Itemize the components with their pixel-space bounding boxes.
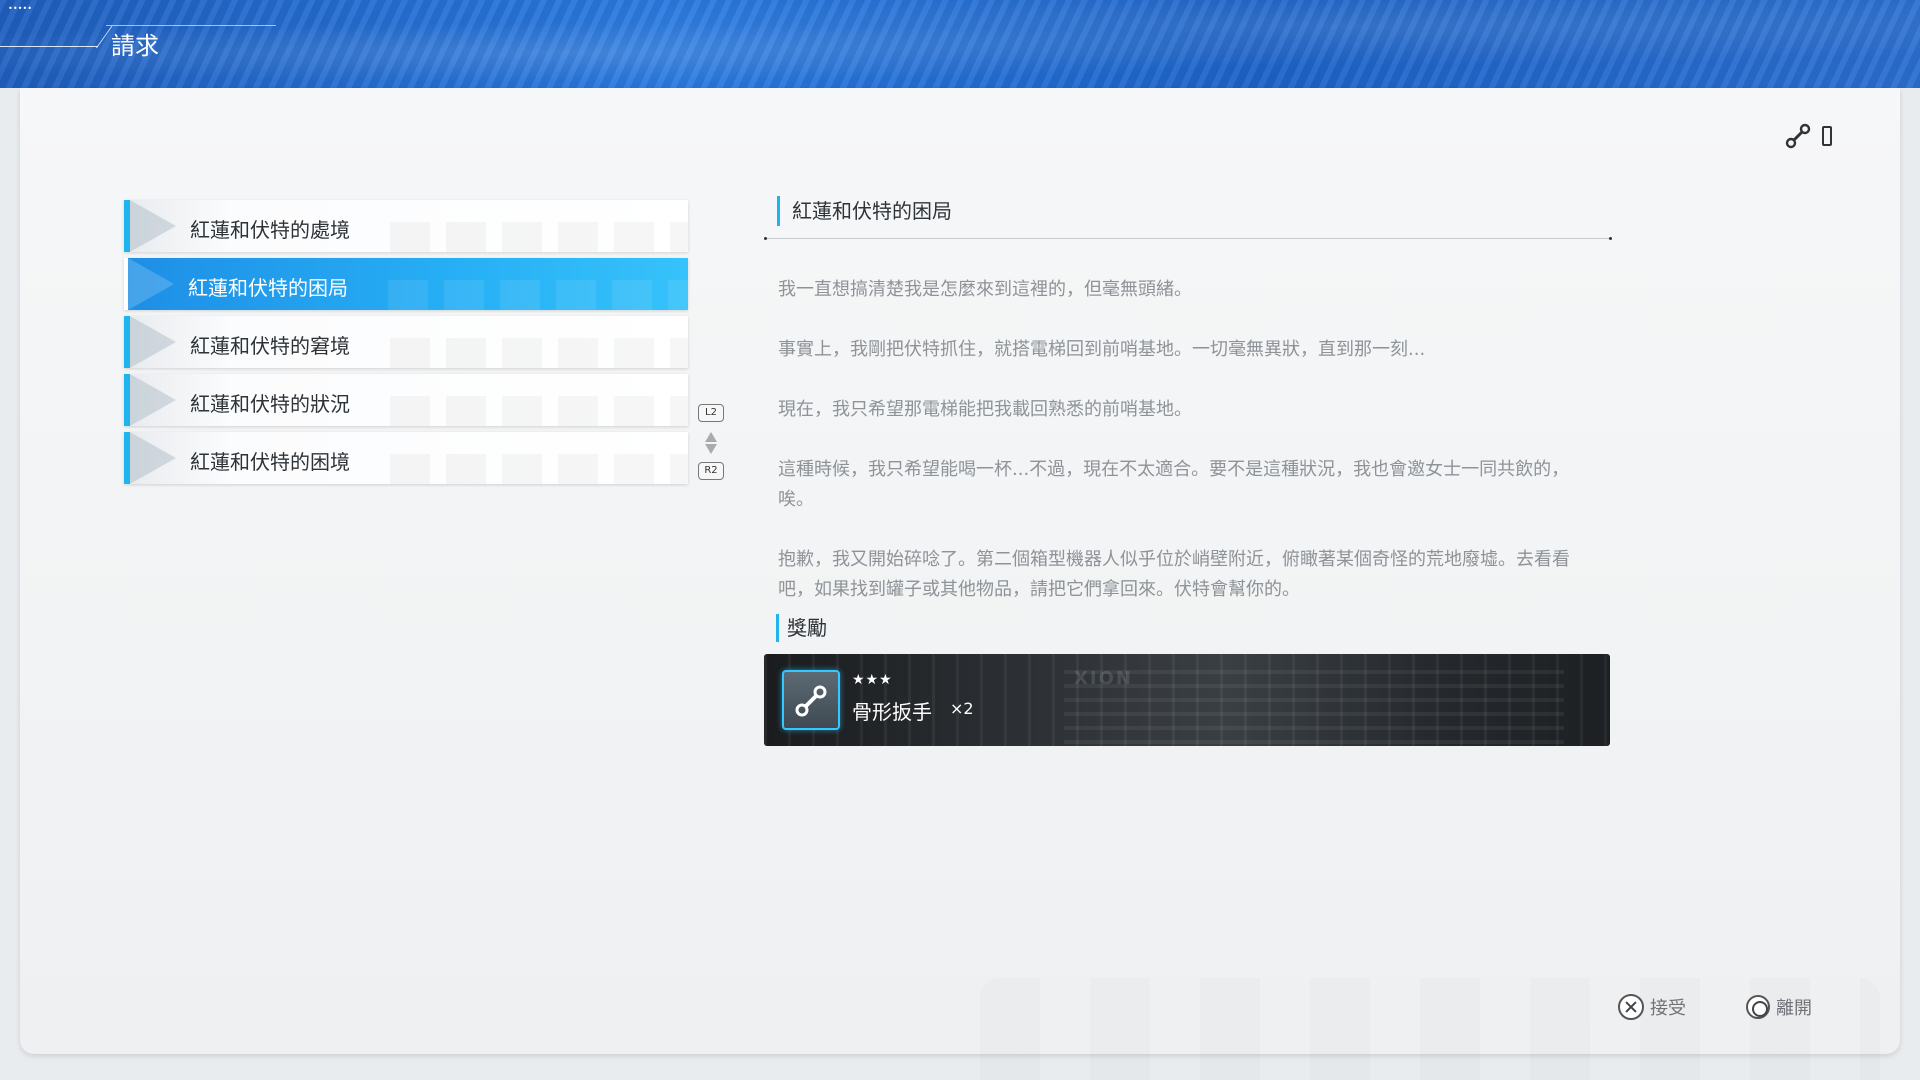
bone-wrench-icon — [1785, 123, 1811, 149]
row-arrow-decoration — [130, 374, 176, 426]
rarity-stars: ★★★ — [852, 672, 893, 688]
reward-background-art — [1064, 664, 1564, 744]
quest-item[interactable]: 紅蓮和伏特的困境 — [124, 432, 688, 484]
arrow-down-icon — [705, 444, 717, 454]
detail-title: 紅蓮和伏特的困局 — [777, 196, 1612, 226]
reward-item-icon-frame — [782, 670, 840, 730]
quest-detail: 紅蓮和伏特的困局 我一直想搞清楚我是怎麼來到這裡的，但毫無頭緒。 事實上，我剛把… — [764, 196, 1612, 605]
detail-paragraph: 我一直想搞清楚我是怎麼來到這裡的，但毫無頭緒。 — [778, 279, 1192, 300]
row-arrow-decoration — [130, 432, 176, 484]
detail-paragraph: 抱歉，我又開始碎唸了。第二個箱型機器人似乎位於峭壁附近，俯瞰著某個奇怪的荒地廢墟… — [778, 549, 1570, 600]
battery-icon — [1822, 126, 1832, 146]
quest-item-label: 紅蓮和伏特的困局 — [188, 276, 348, 300]
detail-paragraph: 事實上，我剛把伏特抓住，就搭電梯回到前哨基地。一切毫無異狀，直到那一刻... — [778, 339, 1426, 360]
title-slash-divider — [96, 26, 113, 48]
reward-heading: 獎勵 — [776, 614, 827, 642]
detail-divider — [764, 237, 1612, 240]
quest-item[interactable]: 紅蓮和伏特的處境 — [124, 200, 688, 252]
reward-card: XION ★★★ 骨形扳手 ×2 — [764, 654, 1610, 746]
circle-button-icon — [1746, 995, 1770, 1019]
cross-button-icon — [1618, 994, 1644, 1020]
scroll-hint: L2 R2 — [698, 404, 724, 484]
row-arrow-decoration — [130, 200, 176, 252]
row-ghost-text — [390, 222, 688, 252]
quest-item-label: 紅蓮和伏特的困境 — [190, 450, 350, 474]
detail-paragraph: 現在，我只希望那電梯能把我載回熟悉的前哨基地。 — [778, 399, 1192, 420]
quest-item-label: 紅蓮和伏特的狀況 — [190, 392, 350, 416]
background-watermark — [980, 978, 1880, 1080]
accept-label: 接受 — [1650, 998, 1686, 1019]
row-ghost-text — [390, 454, 688, 484]
reward-background-text: XION — [1074, 668, 1133, 689]
quest-item[interactable]: 紅蓮和伏特的窘境 — [124, 316, 688, 368]
l2-button-tag[interactable]: L2 — [698, 404, 724, 422]
quest-list: 紅蓮和伏特的處境 紅蓮和伏特的困局 紅蓮和伏特的窘境 紅蓮和伏特的狀況 紅蓮和伏… — [124, 200, 688, 490]
accept-button[interactable]: 接受 — [1618, 994, 1686, 1020]
quest-item-selected[interactable]: 紅蓮和伏特的困局 — [124, 258, 688, 310]
leave-button[interactable]: 離開 — [1746, 994, 1812, 1020]
row-ghost-text — [388, 280, 688, 310]
detail-paragraph: 這種時候，我只希望能喝一杯...不過，現在不太適合。要不是這種狀況，我也會邀女士… — [778, 459, 1570, 510]
quest-item[interactable]: 紅蓮和伏特的狀況 — [124, 374, 688, 426]
reward-item-quantity: ×2 — [950, 699, 974, 718]
quest-item-label: 紅蓮和伏特的窘境 — [190, 334, 350, 358]
row-arrow-decoration — [130, 316, 176, 368]
row-arrow-decoration — [128, 258, 174, 310]
row-ghost-text — [390, 396, 688, 426]
status-icons — [1784, 122, 1832, 150]
signal-indicator: ••••• — [8, 4, 33, 13]
r2-button-tag[interactable]: R2 — [698, 462, 724, 480]
title-underline — [0, 46, 98, 47]
reward-item-name: 骨形扳手 — [852, 700, 932, 724]
row-ghost-text — [390, 338, 688, 368]
page-title: 請求 — [111, 32, 159, 60]
quest-item-label: 紅蓮和伏特的處境 — [190, 218, 350, 242]
header-banner: ••••• 請求 — [0, 0, 1920, 88]
bone-wrench-icon — [795, 685, 827, 717]
leave-label: 離開 — [1776, 998, 1812, 1019]
detail-body: 我一直想搞清楚我是怎麼來到這裡的，但毫無頭緒。 事實上，我剛把伏特抓住，就搭電梯… — [764, 275, 1584, 605]
arrow-up-icon — [705, 432, 717, 442]
